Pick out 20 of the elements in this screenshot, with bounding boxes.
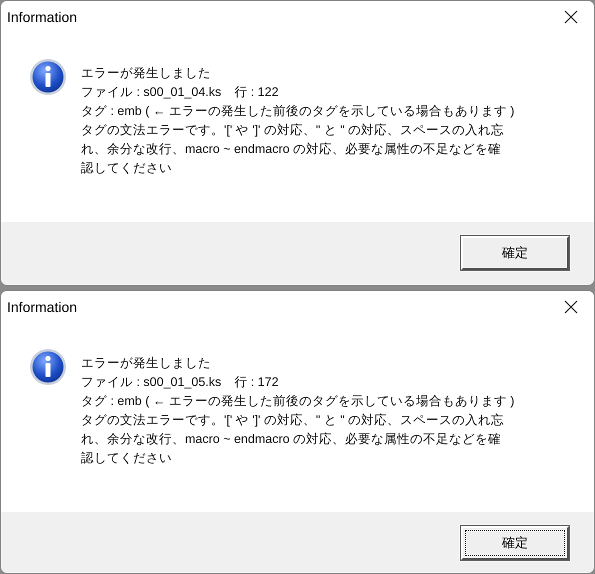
- message-text: タグの文法エラーです。'[' や ']' の対応、" と " の対応、スペースの入れ忘: [81, 412, 506, 429]
- message-text: エラーが発生しました: [81, 355, 212, 372]
- message-text: 認してください: [81, 450, 173, 467]
- message-text: れ、余分な改行、macro ~ endmacro の対応、必要な属性の不足などを確: [81, 141, 502, 158]
- close-icon[interactable]: [564, 300, 578, 314]
- window-title: Information: [7, 298, 78, 314]
- message-text: タグ : emb ( ← エラーの発生した前後のタグを示している場合もあります ): [81, 103, 514, 120]
- close-icon[interactable]: [564, 10, 578, 24]
- message-text: タグの文法エラーです。'[' や ']' の対応、" と " の対応、スペースの入れ忘: [81, 122, 506, 139]
- info-icon: [29, 348, 67, 386]
- ok-button[interactable]: 確定: [461, 236, 569, 270]
- ok-button[interactable]: 確定: [461, 526, 569, 560]
- message-text: 認してください: [81, 160, 173, 177]
- message-text: エラーが発生しました: [81, 65, 212, 82]
- info-icon: [29, 58, 67, 96]
- message-text: タグ : emb ( ← エラーの発生した前後のタグを示している場合もあります ): [81, 393, 514, 410]
- message-text: ファイル : s00_01_05.ks 行 : 172: [81, 374, 280, 391]
- message-text: れ、余分な改行、macro ~ endmacro の対応、必要な属性の不足などを確: [81, 431, 502, 448]
- message-text: ファイル : s00_01_04.ks 行 : 122: [81, 84, 280, 101]
- window-title: Information: [7, 8, 78, 24]
